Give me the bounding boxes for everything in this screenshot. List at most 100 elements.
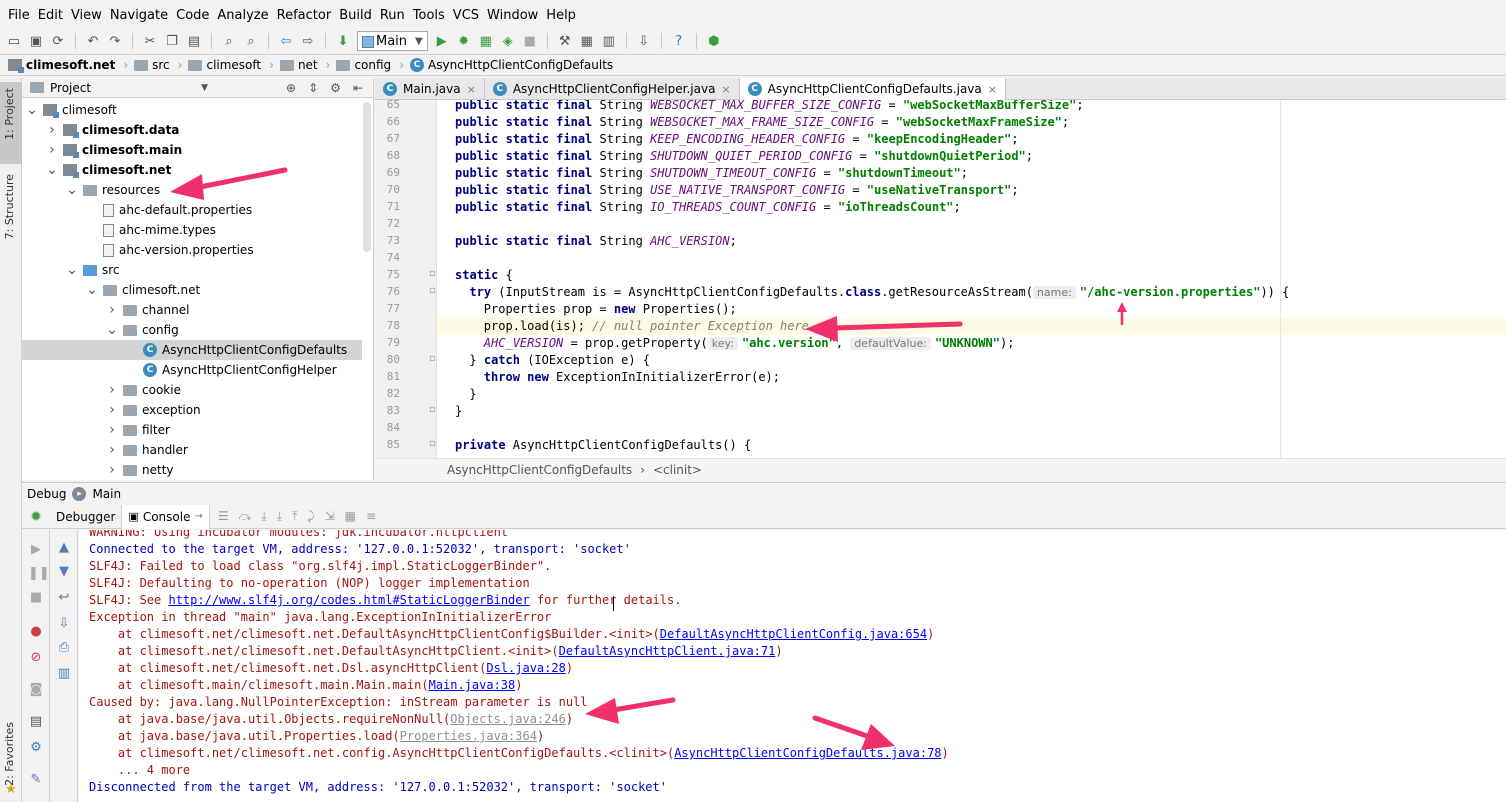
run-configuration-select[interactable]: Main ▼ bbox=[357, 31, 428, 51]
tree-item[interactable]: ⌄ climesoft bbox=[22, 100, 362, 120]
gear-icon[interactable]: ⚙ bbox=[330, 81, 341, 95]
stack-trace-link[interactable]: Objects.java:246 bbox=[450, 712, 566, 726]
save-icon[interactable]: ▣ bbox=[28, 33, 44, 49]
tree-item[interactable]: ⌄ resources bbox=[22, 180, 362, 200]
paste-icon[interactable]: ▤ bbox=[186, 33, 202, 49]
chevron-down-icon[interactable]: ⌄ bbox=[86, 282, 98, 298]
tree-item[interactable]: ⌄ config bbox=[22, 320, 362, 340]
stop-icon[interactable]: ■ bbox=[522, 33, 538, 49]
hide-icon[interactable]: ⇤ bbox=[353, 81, 363, 95]
mute-breakpoints-icon[interactable]: ⊘ bbox=[28, 650, 44, 666]
editor-breadcrumb-item[interactable]: AsyncHttpClientConfigDefaults bbox=[447, 463, 632, 477]
pin-tab-icon[interactable]: ✎ bbox=[28, 772, 44, 788]
tree-item[interactable]: C AsyncHttpClientConfigDefaults bbox=[22, 340, 362, 360]
drop-frame-icon[interactable]: ⤸ bbox=[307, 509, 314, 524]
menu-item-edit[interactable]: Edit bbox=[34, 8, 67, 23]
breadcrumb-item[interactable]: climesoft.net › bbox=[8, 58, 134, 73]
menu-item-help[interactable]: Help bbox=[542, 8, 580, 23]
debug-config-label[interactable]: Main bbox=[92, 487, 121, 501]
close-icon[interactable]: × bbox=[988, 83, 997, 96]
chevron-right-icon[interactable]: › bbox=[106, 462, 118, 478]
run-icon[interactable]: ▶ bbox=[434, 33, 450, 49]
chevron-down-icon[interactable]: ⌄ bbox=[106, 322, 118, 338]
help-icon[interactable]: ? bbox=[671, 33, 687, 49]
stack-trace-link[interactable]: DefaultAsyncHttpClient.java:71 bbox=[559, 644, 776, 658]
tree-item[interactable]: ahc-mime.types bbox=[22, 220, 362, 240]
editor-tab[interactable]: C AsyncHttpClientConfigDefaults.java × bbox=[739, 78, 1006, 100]
breadcrumb-item[interactable]: C AsyncHttpClientConfigDefaults bbox=[410, 58, 619, 72]
chevron-right-icon[interactable]: › bbox=[106, 302, 118, 318]
cut-icon[interactable]: ✂ bbox=[142, 33, 158, 49]
editor-tab[interactable]: C AsyncHttpClientConfigHelper.java × bbox=[485, 78, 740, 100]
down-arrow-icon[interactable]: ▼ bbox=[56, 564, 72, 580]
tree-item[interactable]: ⌄ climesoft.net bbox=[22, 160, 362, 180]
fold-marker-icon[interactable]: ▫ bbox=[429, 404, 436, 415]
menu-item-analyze[interactable]: Analyze bbox=[213, 8, 272, 23]
chevron-down-icon[interactable]: ▼ bbox=[201, 83, 208, 93]
menu-item-file[interactable]: File bbox=[4, 8, 34, 23]
find-icon[interactable]: ⌕ bbox=[221, 33, 237, 49]
redo-icon[interactable]: ↷ bbox=[107, 33, 123, 49]
menu-item-code[interactable]: Code bbox=[172, 8, 213, 23]
show-execution-point-icon[interactable]: ☰ bbox=[218, 509, 229, 524]
breadcrumb-item[interactable]: config › bbox=[336, 58, 410, 72]
tree-item[interactable]: › climesoft.data bbox=[22, 120, 362, 140]
menu-item-run[interactable]: Run bbox=[376, 8, 409, 23]
chevron-down-icon[interactable]: ⌄ bbox=[26, 102, 38, 118]
stack-trace-link[interactable]: Properties.java:364 bbox=[400, 729, 537, 743]
vcs-icon[interactable]: ⇩ bbox=[636, 33, 652, 49]
tab-debugger[interactable]: Debugger bbox=[50, 504, 123, 529]
chevron-down-icon[interactable]: ⌄ bbox=[66, 182, 78, 198]
up-arrow-icon[interactable]: ▲ bbox=[56, 540, 72, 556]
tree-item[interactable]: ⌄ src bbox=[22, 260, 362, 280]
tree-item[interactable]: ahc-version.properties bbox=[22, 240, 362, 260]
chevron-right-icon[interactable]: › bbox=[46, 122, 58, 138]
code-editor[interactable]: 65 66 67 68 69 70 71 72 73 74 75 76 77 78 79 80 81 82 83 84… bbox=[375, 100, 1506, 458]
fold-marker-icon[interactable]: ▫ bbox=[429, 285, 436, 296]
android-icon[interactable]: ⬢ bbox=[706, 33, 722, 49]
tree-item[interactable]: › climesoft.main bbox=[22, 140, 362, 160]
tree-item[interactable]: › cookie bbox=[22, 380, 362, 400]
back-icon[interactable]: ⇦ bbox=[278, 33, 294, 49]
tree-scrollbar[interactable] bbox=[363, 102, 371, 252]
profile-icon[interactable]: ◈ bbox=[500, 33, 516, 49]
build-icon[interactable]: ⬇ bbox=[335, 33, 351, 49]
coverage-icon[interactable]: ▦ bbox=[478, 33, 494, 49]
tree-item[interactable]: C AsyncHttpClientConfigHelper bbox=[22, 360, 362, 380]
soft-wrap-icon[interactable]: ↩ bbox=[56, 590, 72, 606]
forward-icon[interactable]: ⇨ bbox=[300, 33, 316, 49]
stack-trace-link[interactable]: AsyncHttpClientConfigDefaults.java:78 bbox=[674, 746, 941, 760]
bug-icon[interactable]: ✹ bbox=[22, 509, 50, 525]
favorites-tool-tab[interactable]: 2: Favorites bbox=[0, 718, 22, 788]
stop-icon[interactable]: ■ bbox=[28, 590, 44, 606]
breadcrumb-item[interactable]: climesoft › bbox=[188, 58, 279, 72]
menu-item-refactor[interactable]: Refactor bbox=[273, 8, 336, 23]
pause-icon[interactable]: ❚❚ bbox=[28, 566, 50, 582]
menu-item-build[interactable]: Build bbox=[335, 8, 376, 23]
view-breakpoints-icon[interactable]: ● bbox=[28, 624, 44, 640]
sync-icon[interactable]: ⟳ bbox=[50, 33, 66, 49]
menu-item-vcs[interactable]: VCS bbox=[449, 8, 483, 23]
breadcrumb-item[interactable]: net › bbox=[279, 58, 337, 72]
undo-icon[interactable]: ↶ bbox=[85, 33, 101, 49]
debug-icon[interactable]: ✹ bbox=[456, 33, 472, 49]
locate-icon[interactable]: ⊕ bbox=[286, 81, 296, 95]
run-to-cursor-icon[interactable]: ⇲ bbox=[325, 509, 335, 524]
print-icon[interactable]: ⎙ bbox=[56, 640, 72, 656]
tree-item[interactable]: ahc-default.properties bbox=[22, 200, 362, 220]
chevron-down-icon[interactable]: ⌄ bbox=[66, 262, 78, 278]
chevron-right-icon[interactable]: › bbox=[106, 382, 118, 398]
fold-marker-icon[interactable]: ▫ bbox=[429, 353, 436, 364]
evaluate-icon[interactable]: ▦ bbox=[345, 509, 356, 524]
project-structure-icon[interactable]: ▦ bbox=[579, 33, 595, 49]
structure-tool-tab[interactable]: 7: Structure bbox=[0, 170, 22, 240]
tree-item[interactable]: › filter bbox=[22, 420, 362, 440]
stack-trace-link[interactable]: http://www.slf4j.org/codes.html#StaticLo… bbox=[168, 593, 529, 607]
camera-icon[interactable]: ◙ bbox=[28, 682, 44, 698]
scroll-to-end-icon[interactable]: ⇩ bbox=[56, 616, 72, 632]
menu-item-navigate[interactable]: Navigate bbox=[106, 8, 172, 23]
gear-icon[interactable]: ⚙ bbox=[28, 740, 44, 756]
tree-item[interactable]: › handler bbox=[22, 440, 362, 460]
stack-trace-link[interactable]: Dsl.java:28 bbox=[486, 661, 565, 675]
tree-item[interactable]: ⌄ climesoft.net bbox=[22, 280, 362, 300]
